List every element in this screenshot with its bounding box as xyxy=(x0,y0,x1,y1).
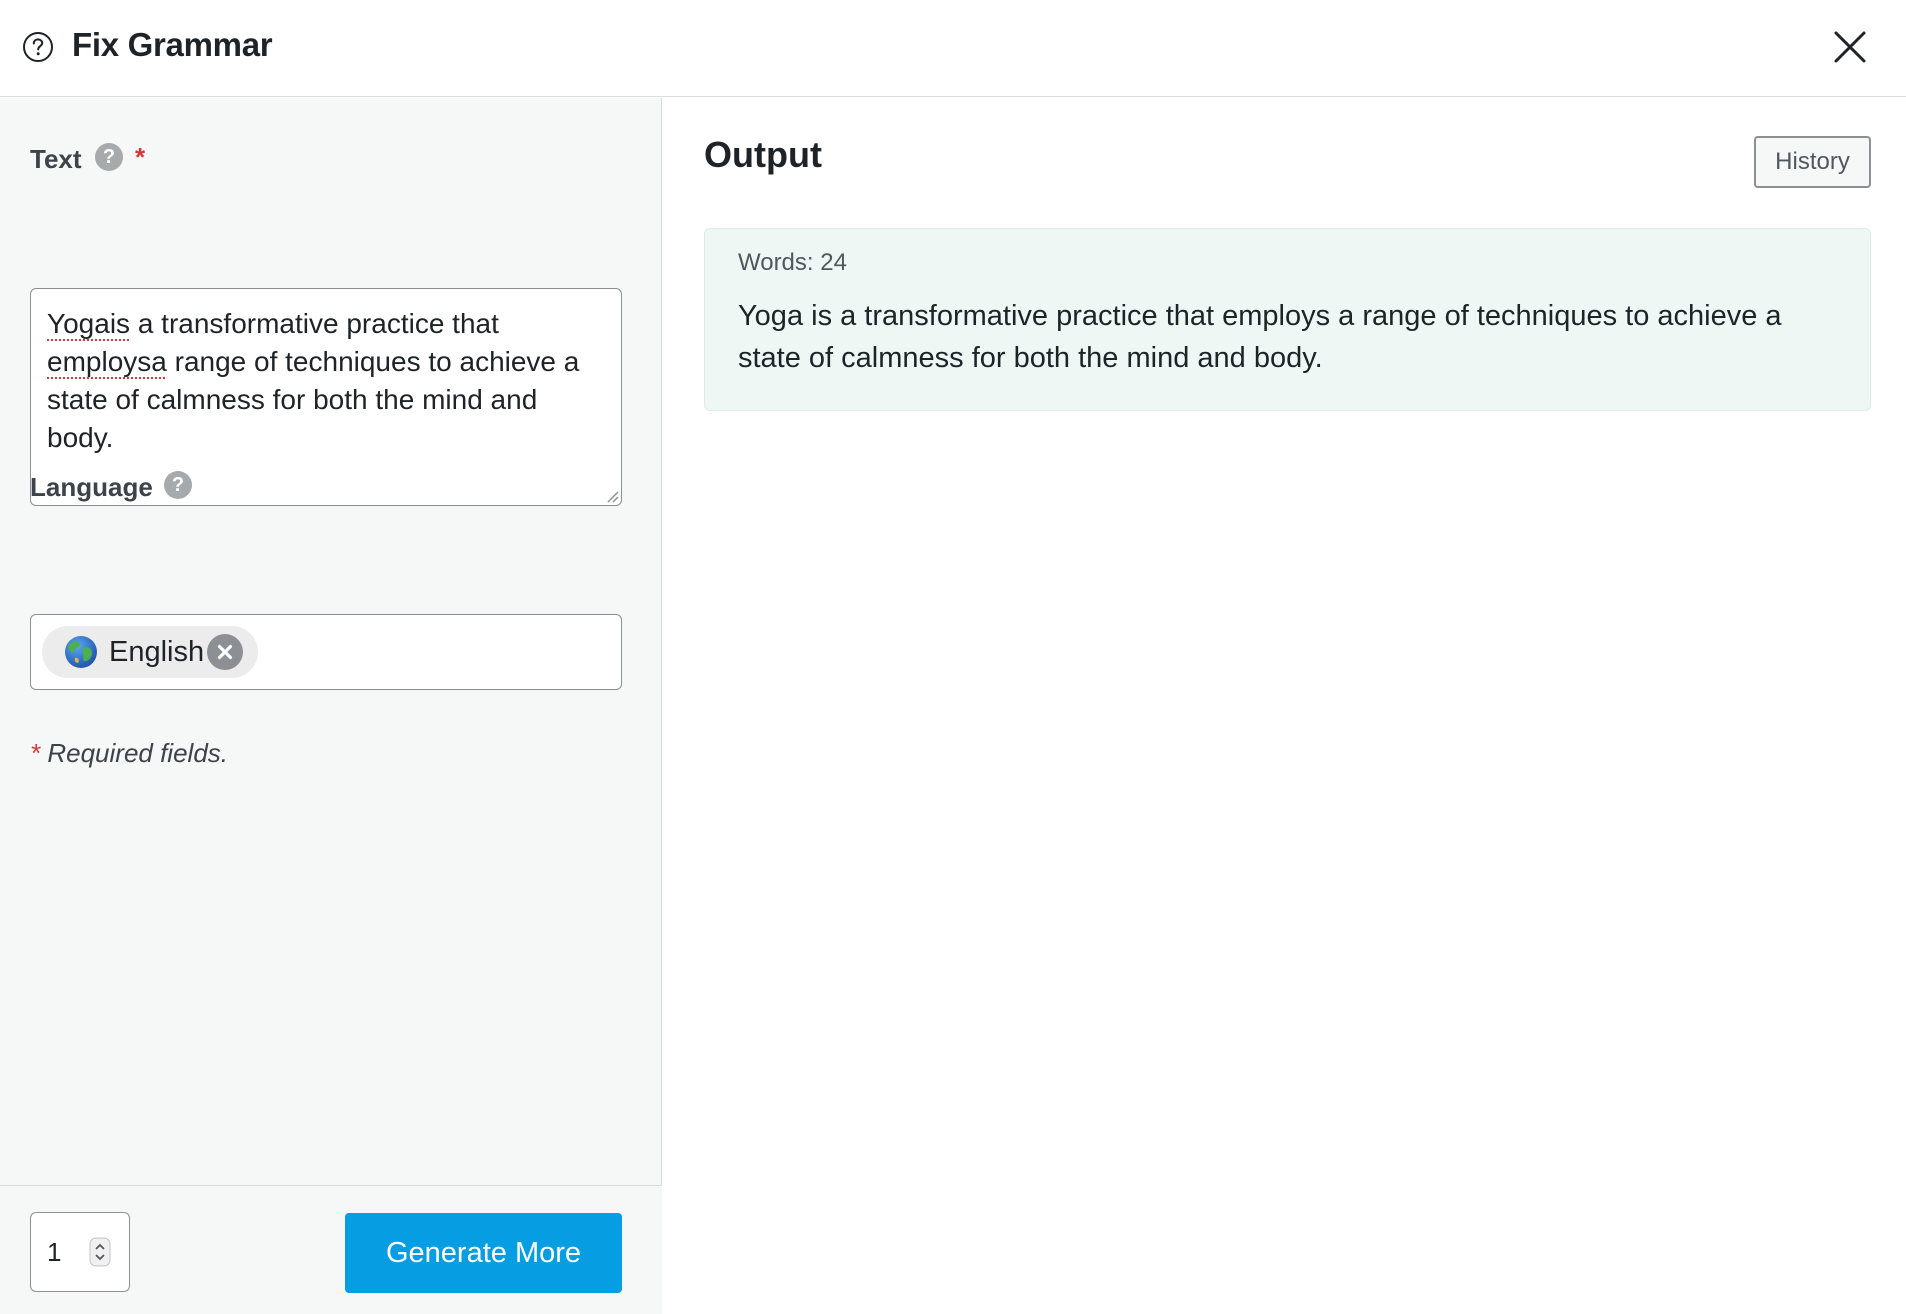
language-field-label: Language xyxy=(30,472,153,502)
resize-handle-icon[interactable] xyxy=(603,487,619,503)
required-fields-note: * Required fields. xyxy=(30,738,228,769)
output-panel: Output History Words: 24 Yoga is a trans… xyxy=(663,98,1906,1314)
help-circle-icon[interactable] xyxy=(22,31,54,63)
quantity-value: 1 xyxy=(47,1237,62,1267)
required-note-text: Required fields. xyxy=(40,738,229,768)
generate-more-button[interactable]: Generate More xyxy=(345,1213,622,1293)
remove-icon xyxy=(217,644,233,660)
language-chip: English xyxy=(42,626,258,678)
text-segment: a transformative practice that xyxy=(130,308,499,339)
quantity-stepper[interactable]: 1 xyxy=(30,1212,130,1292)
required-marker: * xyxy=(30,738,41,768)
panel-footer: 1 Generate More xyxy=(0,1185,662,1314)
misspelled-word: Yogais xyxy=(47,308,131,339)
remove-language-button[interactable] xyxy=(207,634,243,670)
text-field-label: Text xyxy=(30,144,82,174)
history-button[interactable]: History xyxy=(1754,136,1871,188)
help-icon[interactable]: ? xyxy=(164,471,192,499)
close-icon[interactable] xyxy=(1832,29,1868,65)
help-icon[interactable]: ? xyxy=(95,143,123,171)
selected-language: English xyxy=(109,636,205,668)
globe-icon xyxy=(65,636,97,668)
word-count: Words: 24 xyxy=(738,249,847,276)
spinner-icon[interactable] xyxy=(89,1237,111,1267)
output-text: Yoga is a transformative practice that e… xyxy=(738,300,1782,374)
language-select[interactable]: English xyxy=(30,614,622,690)
output-title: Output xyxy=(704,134,822,175)
output-result-box: Words: 24 Yoga is a transformative pract… xyxy=(704,228,1871,411)
modal-header: Fix Grammar xyxy=(0,0,1906,97)
input-panel: Text ? * Yogais a transformative practic… xyxy=(0,98,662,1314)
required-marker: * xyxy=(135,142,146,172)
modal-title: Fix Grammar xyxy=(72,26,273,63)
misspelled-word: employsa xyxy=(47,346,167,377)
